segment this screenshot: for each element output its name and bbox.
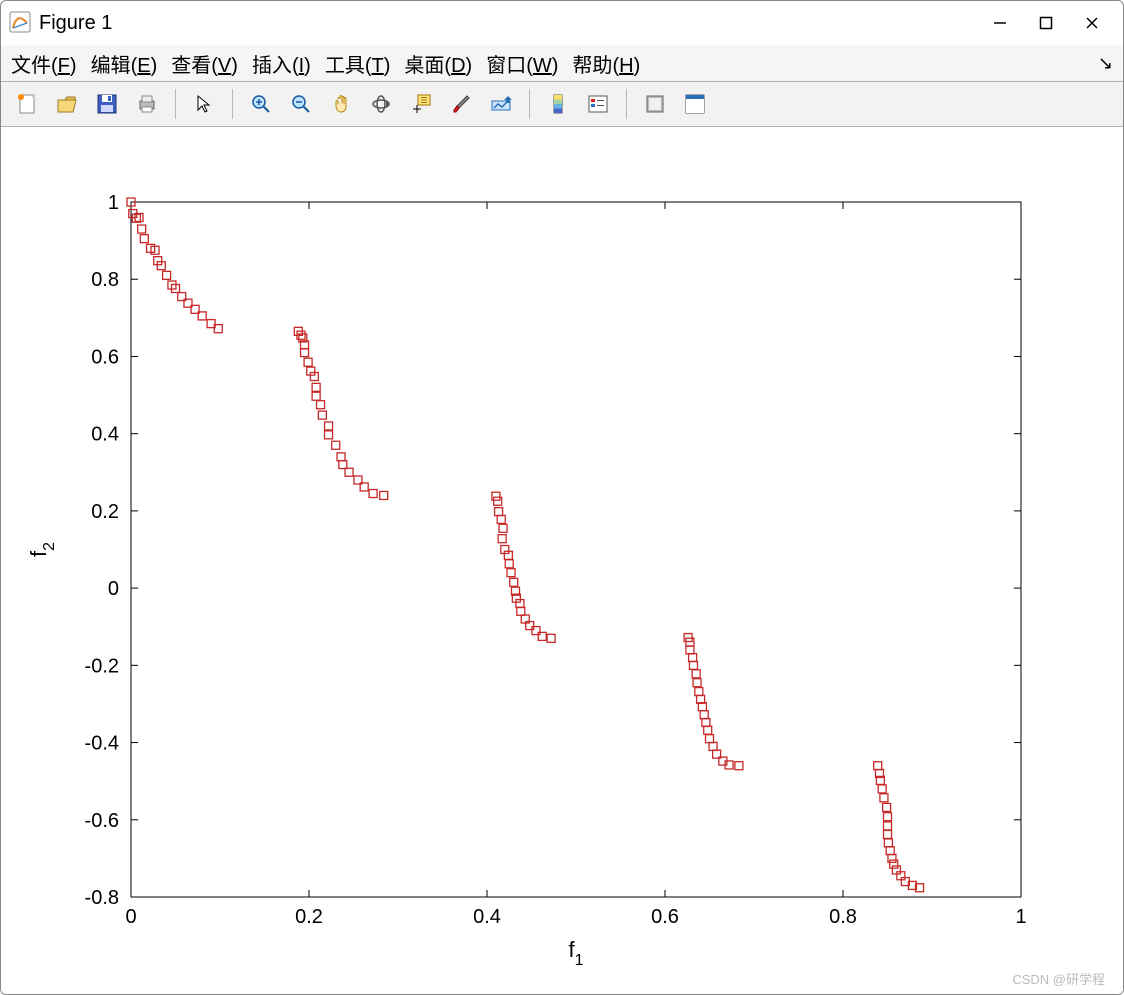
minimize-button[interactable] [977, 7, 1023, 39]
menu-view[interactable]: 查看(V) [171, 49, 238, 78]
menu-help[interactable]: 帮助(H) [572, 49, 640, 78]
toolbar [1, 82, 1123, 127]
svg-text:0.8: 0.8 [91, 269, 119, 291]
svg-text:-0.2: -0.2 [85, 655, 119, 677]
save-icon[interactable] [89, 86, 125, 122]
pan-icon[interactable] [323, 86, 359, 122]
brush-icon[interactable] [443, 86, 479, 122]
svg-text:1: 1 [108, 192, 119, 214]
app-icon [9, 11, 31, 36]
insert-legend-icon[interactable] [580, 86, 616, 122]
svg-text:0.6: 0.6 [651, 906, 679, 928]
window-title: Figure 1 [39, 12, 112, 35]
hide-plot-tools-icon[interactable] [637, 86, 673, 122]
svg-text:f1: f1 [568, 937, 583, 969]
menu-edit[interactable]: 编辑(E) [91, 49, 158, 78]
open-icon[interactable] [49, 86, 85, 122]
new-figure-icon[interactable] [9, 86, 45, 122]
zoom-out-icon[interactable] [283, 86, 319, 122]
svg-text:0.6: 0.6 [91, 346, 119, 368]
axes[interactable]: 0 0.2 0.4 0.6 0.8 1 -0.8 -0.6 -0.4 -0.2 0 0.2 0.4 0.6… [1, 127, 1123, 993]
rotate3d-icon[interactable] [363, 86, 399, 122]
svg-text:f2: f2 [26, 542, 58, 557]
svg-text:0.4: 0.4 [473, 906, 501, 928]
data-cursor-icon[interactable] [403, 86, 439, 122]
print-icon[interactable] [129, 86, 165, 122]
svg-text:0.2: 0.2 [91, 501, 119, 523]
svg-text:0: 0 [125, 906, 136, 928]
menu-insert[interactable]: 插入(I) [252, 49, 311, 78]
maximize-button[interactable] [1023, 7, 1069, 39]
pointer-icon[interactable] [186, 86, 222, 122]
menu-file[interactable]: 文件(F) [11, 49, 77, 78]
close-button[interactable] [1069, 7, 1115, 39]
axes-panel: 0 0.2 0.4 0.6 0.8 1 -0.8 -0.6 -0.4 -0.2 0 0.2 0.4 0.6… [1, 127, 1123, 994]
svg-text:-0.6: -0.6 [85, 810, 119, 832]
svg-text:1: 1 [1015, 906, 1026, 928]
svg-text:0.2: 0.2 [295, 906, 323, 928]
svg-text:0.4: 0.4 [91, 424, 119, 446]
menu-window[interactable]: 窗口(W) [486, 49, 558, 78]
menu-tools[interactable]: 工具(T) [325, 49, 391, 78]
show-plot-tools-icon[interactable] [677, 86, 713, 122]
insert-colorbar-icon[interactable] [540, 86, 576, 122]
zoom-in-icon[interactable] [243, 86, 279, 122]
svg-text:0: 0 [108, 578, 119, 600]
link-plot-icon[interactable] [483, 86, 519, 122]
figure-window: Figure 1 文件(F) 编辑(E) 查看(V) 插入(I) 工具(T) 桌… [0, 0, 1124, 995]
menubar: 文件(F) 编辑(E) 查看(V) 插入(I) 工具(T) 桌面(D) 窗口(W… [1, 45, 1123, 82]
undock-icon[interactable]: ↘ [1098, 53, 1113, 74]
svg-text:-0.4: -0.4 [85, 733, 119, 755]
svg-text:-0.8: -0.8 [85, 887, 119, 909]
menu-desktop[interactable]: 桌面(D) [404, 49, 472, 78]
svg-text:0.8: 0.8 [829, 906, 857, 928]
titlebar: Figure 1 [1, 1, 1123, 45]
